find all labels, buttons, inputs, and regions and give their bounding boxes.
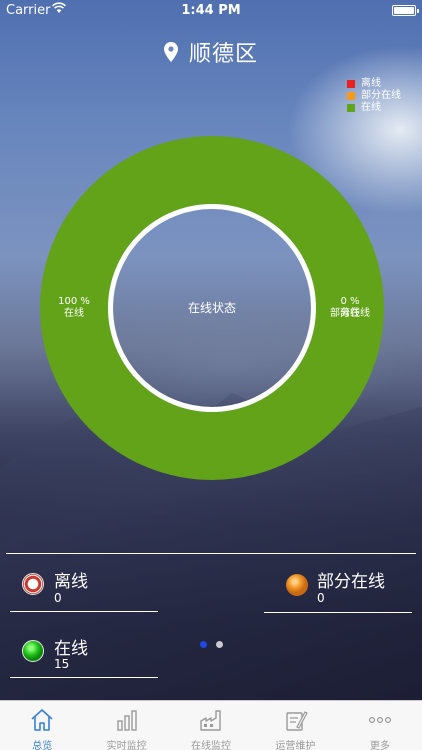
battery-icon bbox=[392, 5, 419, 16]
legend-label: 在线 bbox=[361, 102, 381, 113]
clock: 1:44 PM bbox=[181, 3, 241, 18]
legend-swatch bbox=[347, 104, 355, 112]
page-header[interactable]: 顺德区 bbox=[0, 36, 422, 67]
tab-bar: 总览 实时监控 在线监控 运营维护 更多 bbox=[0, 700, 422, 750]
region-title: 顺德区 bbox=[189, 42, 259, 67]
section-divider bbox=[6, 553, 416, 554]
legend-swatch bbox=[347, 92, 355, 100]
more-icon bbox=[368, 717, 391, 724]
maintenance-icon bbox=[286, 711, 309, 731]
legend-label: 离线 bbox=[361, 78, 381, 89]
stat-label-offline: 离线 bbox=[54, 572, 88, 592]
partial-online-icon bbox=[286, 574, 308, 596]
stat-value-partial: 0 bbox=[317, 591, 325, 605]
slice-category: 部分在线 bbox=[330, 308, 370, 319]
slice-label-online: 100 % 在线 bbox=[54, 296, 94, 320]
slice-category-stack: 离线 部分在线 bbox=[320, 308, 380, 320]
tab-label: 运营维护 bbox=[275, 741, 316, 750]
stat-value-online: 15 bbox=[54, 657, 70, 671]
tab-more[interactable]: 更多 bbox=[338, 701, 422, 750]
stat-value-offline: 0 bbox=[54, 591, 62, 605]
tab-overview[interactable]: 总览 bbox=[0, 701, 84, 750]
legend-item-partial: 部分在线 bbox=[347, 90, 401, 102]
slice-category: 在线 bbox=[64, 308, 84, 319]
tab-label: 总览 bbox=[32, 741, 53, 750]
tab-label: 实时监控 bbox=[106, 741, 147, 750]
legend-swatch bbox=[347, 80, 355, 88]
status-donut-chart[interactable]: 在线状态 100 % 在线 0 % 离线 部分在线 bbox=[40, 136, 384, 480]
slice-percent: 0 % bbox=[340, 296, 360, 307]
stat-underline bbox=[10, 611, 158, 612]
stat-label-online: 在线 bbox=[54, 639, 88, 659]
stat-underline bbox=[10, 677, 158, 678]
slice-percent: 100 % bbox=[58, 296, 90, 307]
tab-realtime-monitor[interactable]: 实时监控 bbox=[84, 701, 168, 750]
tab-label: 更多 bbox=[369, 741, 390, 750]
page-dot-active[interactable] bbox=[200, 641, 207, 648]
chart-legend: 离线 部分在线 在线 bbox=[347, 78, 401, 114]
offline-icon bbox=[22, 573, 44, 595]
legend-item-offline: 离线 bbox=[347, 78, 401, 90]
stat-label-partial: 部分在线 bbox=[317, 572, 385, 592]
tab-online-monitor[interactable]: 在线监控 bbox=[169, 701, 253, 750]
legend-item-online: 在线 bbox=[347, 102, 401, 114]
online-icon bbox=[22, 640, 44, 662]
home-icon bbox=[31, 709, 53, 731]
legend-label: 部分在线 bbox=[361, 90, 401, 101]
factory-icon bbox=[200, 710, 221, 731]
bar-chart-icon bbox=[116, 710, 137, 731]
page-dot[interactable] bbox=[216, 641, 223, 648]
status-bar: Carrier 1:44 PM bbox=[0, 0, 422, 22]
tab-label: 在线监控 bbox=[191, 741, 232, 750]
slice-label-partial: 0 % 离线 部分在线 bbox=[320, 296, 380, 320]
tab-maintenance[interactable]: 运营维护 bbox=[253, 701, 337, 750]
location-pin-icon bbox=[163, 42, 178, 62]
stat-underline bbox=[264, 612, 412, 613]
